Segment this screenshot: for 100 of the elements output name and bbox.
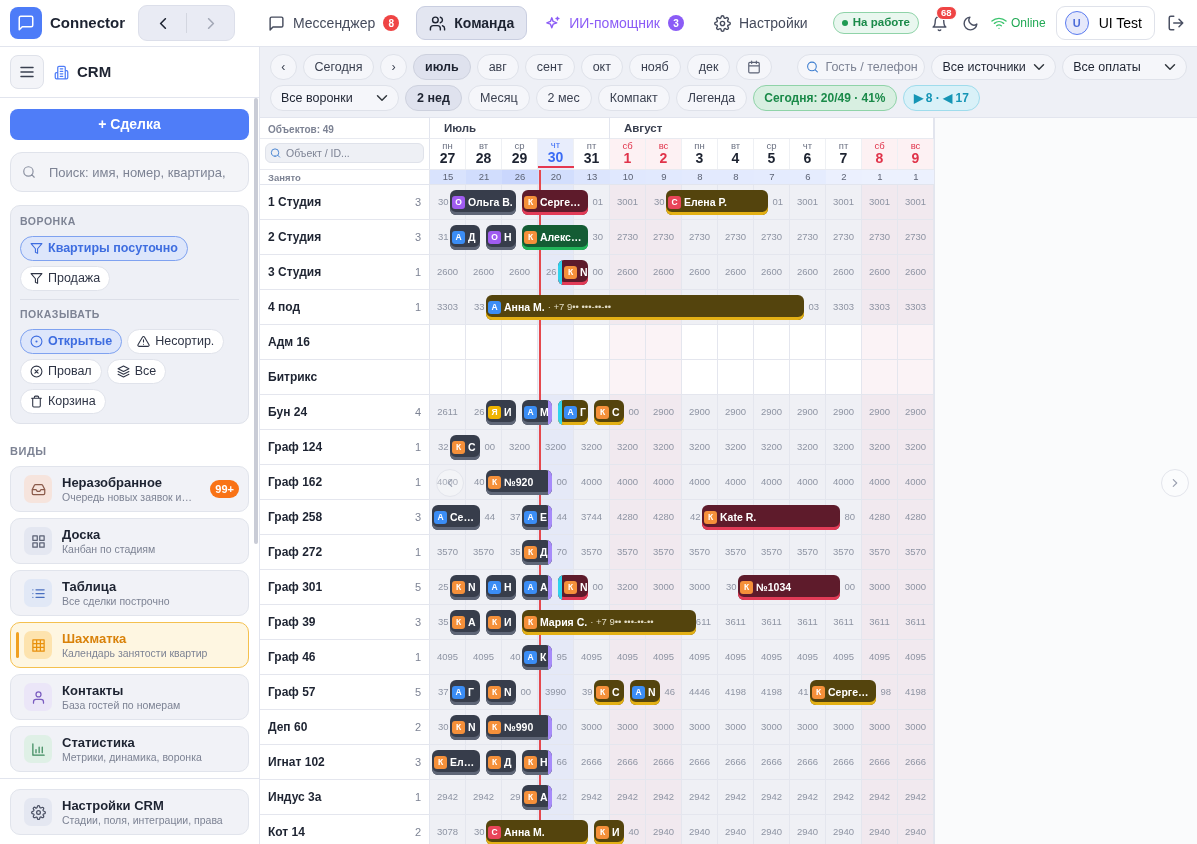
booking-bar[interactable]: К А <box>522 785 552 810</box>
range-tab[interactable]: Месяц <box>467 85 530 111</box>
booking-bar[interactable]: К Серге… <box>522 190 588 215</box>
view-item[interactable]: Контакты База гостей по номерам <box>10 674 249 720</box>
range-tab[interactable]: 2 нед <box>405 85 462 111</box>
funnel-chip[interactable]: Квартиры посуточно <box>20 235 188 261</box>
booking-bar[interactable]: К N <box>486 680 516 705</box>
nav-tab[interactable]: Мессенджер 8 <box>255 6 413 40</box>
booking-bar[interactable]: К С <box>594 680 624 705</box>
price-cell: 3200 <box>682 430 718 464</box>
booking-bar[interactable]: К И <box>486 610 516 635</box>
booking-bar[interactable]: С Елена Р. <box>666 190 768 215</box>
price-cell: 2666 <box>718 745 754 779</box>
compact-button[interactable]: Компакт <box>597 85 670 111</box>
funnel-chip[interactable]: Продажа <box>20 265 111 291</box>
month-tab[interactable]: нояб <box>628 54 681 80</box>
guest-initial: К <box>564 581 577 594</box>
booking-bar[interactable]: К №990 <box>486 715 552 740</box>
booking-bar[interactable]: А Е <box>522 505 552 530</box>
month-tab[interactable]: сент <box>524 54 575 80</box>
user-button[interactable]: U UI Test <box>1055 6 1155 40</box>
legend-button[interactable]: Легенда <box>675 85 748 111</box>
booking-bar[interactable]: А А <box>522 575 552 600</box>
filter-chip[interactable]: Корзина <box>20 388 106 414</box>
month-tab[interactable]: окт <box>580 54 623 80</box>
booking-bar[interactable]: К И <box>594 820 624 844</box>
view-item[interactable]: Шахматка Календарь занятости квартир <box>10 622 249 668</box>
day-header[interactable]: сб 8 <box>862 139 898 169</box>
booking-bar[interactable]: А М <box>522 400 552 425</box>
status-badge[interactable]: На работе <box>832 12 919 34</box>
booking-bar[interactable]: А Д <box>450 225 480 250</box>
nav-tab[interactable]: Настройки <box>701 6 821 40</box>
booking-bar[interactable]: К N <box>558 260 588 285</box>
view-item[interactable]: Доска Канбан по стадиям <box>10 518 249 564</box>
booking-bar[interactable]: К С <box>450 435 480 460</box>
day-header[interactable]: вс 2 <box>646 139 682 169</box>
booking-bar[interactable]: Я И <box>486 400 516 425</box>
booking-bar[interactable]: К N <box>558 575 588 600</box>
nav-tab[interactable]: Команда <box>416 6 528 40</box>
today-button[interactable]: Сегодня <box>302 54 375 80</box>
view-item[interactable]: Неразобранное Очередь новых заявок и… 99+ <box>10 466 249 512</box>
view-item[interactable]: Статистика Метрики, динамика, воронка <box>10 726 249 772</box>
booking-bar[interactable]: К Д <box>486 750 516 775</box>
booking-bar[interactable]: А К <box>522 645 552 670</box>
booking-bar[interactable]: К Kate R. <box>702 505 840 530</box>
price-cell: 4280 <box>898 500 934 534</box>
booking-bar[interactable]: К Мария С. · +7 9•• •••-••-•• <box>522 610 696 635</box>
filter-chip[interactable]: Все <box>106 358 167 384</box>
crm-settings-button[interactable]: Настройки CRM Стадии, поля, интеграции, права <box>10 789 249 835</box>
booking-bar[interactable]: К №1034 <box>738 575 840 600</box>
funnel-select[interactable]: Все воронки <box>270 85 399 111</box>
booking-bar[interactable]: К С <box>594 400 624 425</box>
search-field[interactable]: Объект / ID... <box>265 143 424 163</box>
booking-bar[interactable]: А Се… <box>432 505 480 530</box>
booking-bar[interactable]: К №920 <box>486 470 552 495</box>
booking-bar[interactable]: К Серге… <box>810 680 876 705</box>
weekday-label: чт <box>802 141 813 152</box>
booking-bar[interactable]: А Г <box>450 680 480 705</box>
next-button[interactable]: › <box>380 54 407 80</box>
booking-bar[interactable]: К N <box>450 715 480 740</box>
day-header[interactable]: сб 1 <box>610 139 646 169</box>
booking-bar[interactable]: К Алекс… <box>522 225 588 250</box>
month-tab[interactable]: авг <box>476 54 519 80</box>
search-field[interactable]: Поиск: имя, номер, квартира, <box>10 152 249 192</box>
nav-tab[interactable]: ИИ-помощник 3 <box>531 6 697 40</box>
booking-bar[interactable]: О Н <box>486 225 516 250</box>
new-deal-button[interactable]: + Сделка <box>10 109 249 140</box>
price-cell: 3200 <box>790 430 826 464</box>
month-tab[interactable]: дек <box>686 54 731 80</box>
day-header[interactable]: чт 30 <box>538 139 574 169</box>
booking-bar[interactable]: А Н <box>486 575 516 600</box>
source-select[interactable]: Все источники <box>931 54 1057 80</box>
month-tab[interactable]: июль <box>412 54 471 80</box>
price-cell: 2940 <box>718 815 754 844</box>
price-cell: 3200 <box>826 430 862 464</box>
booking-count: 1 <box>414 264 421 280</box>
date-label: 8 <box>875 151 884 167</box>
filter-chip[interactable]: Несортир. <box>127 328 225 354</box>
booking-bar[interactable]: К Д <box>522 540 552 565</box>
previous-button[interactable]: ‹ <box>270 54 297 80</box>
payment-select[interactable]: Все оплаты <box>1062 54 1187 80</box>
filter-chip[interactable]: Провал <box>20 358 102 384</box>
booking-count: 5 <box>414 684 421 700</box>
view-item[interactable]: Таблица Все сделки построчно <box>10 570 249 616</box>
search-field[interactable]: Гость / телефон <box>797 54 926 80</box>
price-cell: 4198 <box>898 675 934 709</box>
booking-bar[interactable]: А Анна М. · +7 9•• •••-••-•• <box>486 295 804 320</box>
booking-bar[interactable]: К А <box>450 610 480 635</box>
booking-bar[interactable]: А Г <box>558 400 588 425</box>
booking-bar[interactable]: К Ел… <box>432 750 480 775</box>
booking-bar[interactable]: К Н <box>522 750 552 775</box>
booking-bar[interactable]: С Анна М. <box>486 820 588 844</box>
day-header[interactable]: вс 9 <box>898 139 934 169</box>
range-tab[interactable]: 2 мес <box>535 85 592 111</box>
guest-name: Г <box>468 684 474 700</box>
price-cell: 3303 <box>826 290 862 324</box>
booking-bar[interactable]: О Ольга В. <box>450 190 516 215</box>
booking-bar[interactable]: К N <box>450 575 480 600</box>
booking-bar[interactable]: А N <box>630 680 660 705</box>
filter-chip[interactable]: Открытые <box>20 328 123 354</box>
